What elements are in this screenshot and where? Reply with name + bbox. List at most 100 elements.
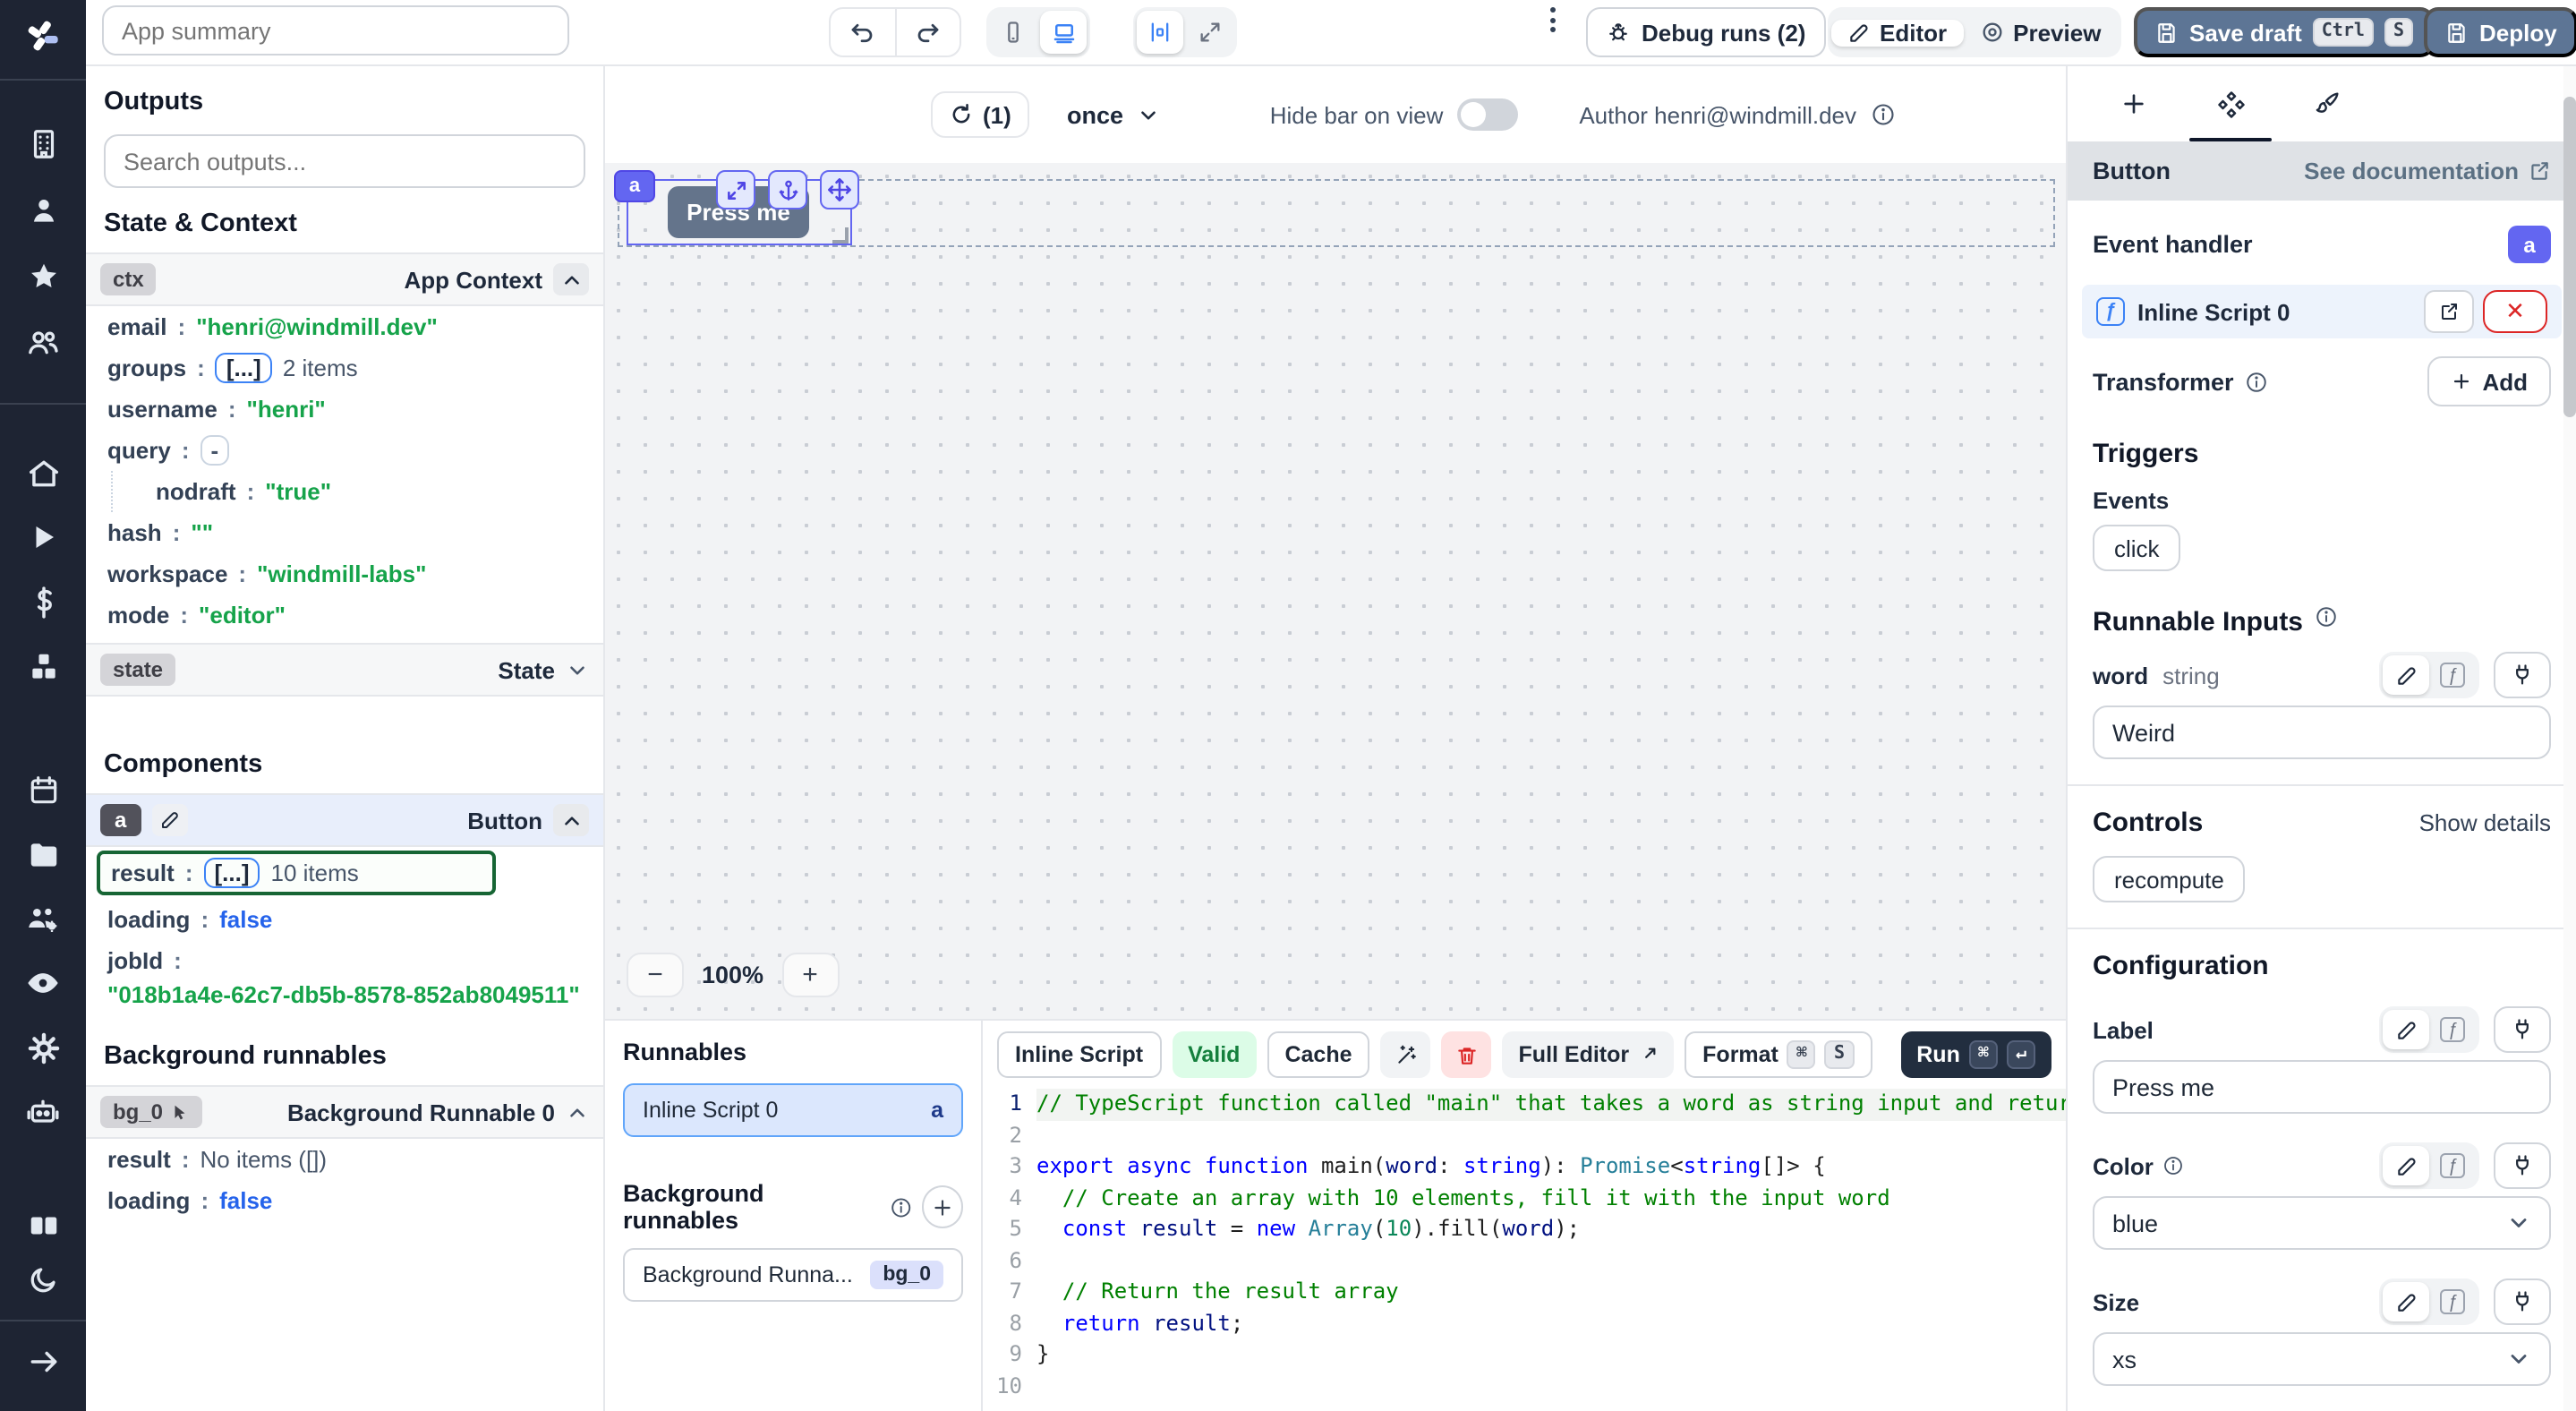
word-connect-plug-icon[interactable] bbox=[2494, 652, 2551, 698]
windmill-app-editor: Debug runs (2) Editor Preview Save draft… bbox=[0, 0, 2576, 1411]
move-handle-icon[interactable] bbox=[820, 170, 859, 210]
debug-runs-button[interactable]: Debug runs (2) bbox=[1586, 7, 1825, 57]
windmill-logo-icon[interactable] bbox=[25, 18, 61, 54]
sidebar-item-schedules[interactable] bbox=[25, 772, 61, 808]
runnable-inputs-info-icon[interactable] bbox=[2314, 605, 2337, 629]
state-section-header[interactable]: state State bbox=[86, 643, 603, 697]
zoom-out-button[interactable]: − bbox=[627, 953, 684, 997]
dark-mode-icon[interactable] bbox=[25, 1262, 61, 1298]
code-area[interactable]: // TypeScript function called "main" tha… bbox=[1036, 1089, 2066, 1411]
output-row[interactable]: result:[...]10 items bbox=[97, 851, 496, 895]
recompute-chip[interactable]: recompute bbox=[2093, 856, 2246, 902]
see-documentation-link[interactable]: See documentation bbox=[2304, 158, 2551, 184]
format-button[interactable]: Format ⌘ S bbox=[1685, 1031, 1872, 1078]
redo-button[interactable] bbox=[896, 9, 960, 56]
app-canvas[interactable]: a Press me − 100% + bbox=[605, 163, 2066, 1019]
sidebar-item-runs[interactable] bbox=[25, 519, 61, 555]
sidebar-item-ai[interactable] bbox=[25, 1094, 61, 1130]
word-value-input[interactable] bbox=[2093, 706, 2551, 759]
sidebar-item-groups[interactable] bbox=[25, 324, 61, 360]
label-connect-plug-icon[interactable] bbox=[2494, 1006, 2551, 1053]
size-connect-plug-icon[interactable] bbox=[2494, 1278, 2551, 1325]
event-handler-script-row[interactable]: ƒ Inline Script 0 ✕ bbox=[2082, 285, 2562, 338]
script-type-button[interactable]: Inline Script bbox=[997, 1031, 1161, 1078]
transformer-info-icon[interactable] bbox=[2245, 370, 2268, 393]
color-info-icon[interactable] bbox=[2162, 1155, 2184, 1176]
resize-corner-handle[interactable] bbox=[832, 227, 849, 244]
author-info-icon[interactable] bbox=[1871, 102, 1896, 127]
app-summary-input[interactable] bbox=[102, 5, 569, 56]
remove-script-button[interactable]: ✕ bbox=[2483, 290, 2547, 333]
add-background-runnable-button[interactable] bbox=[921, 1185, 963, 1228]
expr-mode-fx-icon[interactable]: ƒ bbox=[2429, 655, 2476, 695]
expand-handle-icon[interactable] bbox=[716, 170, 755, 210]
expand-state-icon[interactable] bbox=[566, 658, 589, 681]
sidebar-item-workers[interactable] bbox=[25, 901, 61, 936]
center-content-button[interactable] bbox=[1137, 11, 1183, 54]
sidebar-item-settings[interactable] bbox=[25, 1030, 61, 1065]
event-click-chip[interactable]: click bbox=[2093, 525, 2181, 571]
component-a-header[interactable]: a Button bbox=[86, 793, 603, 847]
size-select[interactable]: xs bbox=[2093, 1332, 2551, 1386]
more-options-button[interactable] bbox=[1548, 7, 1556, 57]
show-details-link[interactable]: Show details bbox=[2419, 809, 2551, 836]
run-button[interactable]: Run ⌘ ↵ bbox=[1900, 1031, 2051, 1078]
static-mode-pencil-icon[interactable] bbox=[2383, 1282, 2429, 1321]
collapse-ctx-icon[interactable] bbox=[553, 263, 589, 295]
bg0-section-header[interactable]: bg_0 Background Runnable 0 bbox=[86, 1085, 603, 1139]
static-mode-pencil-icon[interactable] bbox=[2383, 1146, 2429, 1185]
runnable-background-0[interactable]: Background Runna... bg_0 bbox=[623, 1248, 963, 1302]
full-editor-button[interactable]: Full Editor bbox=[1503, 1031, 1675, 1078]
sidebar-item-docs[interactable] bbox=[25, 1207, 61, 1243]
panel-scrollbar[interactable] bbox=[2563, 66, 2576, 1411]
hide-bar-toggle[interactable] bbox=[1457, 98, 1518, 131]
sidebar-item-favorites[interactable] bbox=[25, 258, 61, 294]
color-select[interactable]: blue bbox=[2093, 1196, 2551, 1250]
desktop-view-button[interactable] bbox=[1040, 11, 1087, 54]
edit-component-id-icon[interactable] bbox=[151, 804, 187, 836]
function-icon: ƒ bbox=[2096, 297, 2125, 326]
collapse-component-icon[interactable] bbox=[553, 804, 589, 836]
open-script-icon[interactable] bbox=[2424, 290, 2474, 333]
zoom-in-button[interactable]: + bbox=[781, 953, 839, 997]
expr-mode-fx-icon[interactable]: ƒ bbox=[2429, 1282, 2476, 1321]
refresh-components-button[interactable]: (1) bbox=[931, 91, 1029, 138]
sidebar-item-user[interactable] bbox=[25, 192, 61, 227]
ctx-section-header[interactable]: ctx App Context bbox=[86, 252, 603, 306]
expr-mode-fx-icon[interactable]: ƒ bbox=[2429, 1146, 2476, 1185]
search-outputs-input[interactable] bbox=[104, 134, 585, 188]
add-transformer-button[interactable]: Add bbox=[2427, 356, 2551, 406]
sidebar-item-workspace[interactable] bbox=[25, 125, 61, 161]
color-connect-plug-icon[interactable] bbox=[2494, 1142, 2551, 1189]
fullwidth-button[interactable] bbox=[1187, 11, 1233, 54]
static-mode-pencil-icon[interactable] bbox=[2383, 655, 2429, 695]
runnable-inline-script-0[interactable]: Inline Script 0 a bbox=[623, 1083, 963, 1137]
undo-button[interactable] bbox=[831, 9, 896, 56]
ai-assistant-icon[interactable] bbox=[1381, 1031, 1431, 1078]
label-value-input[interactable] bbox=[2093, 1060, 2551, 1114]
code-editor[interactable]: 12345678910 // TypeScript function calle… bbox=[983, 1089, 2066, 1411]
tab-preview[interactable]: Preview bbox=[1963, 19, 2117, 46]
tab-component-settings[interactable] bbox=[2182, 66, 2279, 141]
mobile-view-button[interactable] bbox=[990, 11, 1036, 54]
tab-styling[interactable] bbox=[2279, 66, 2376, 141]
output-row[interactable]: groups:[...]2 items bbox=[86, 347, 603, 389]
delete-script-button[interactable] bbox=[1442, 1031, 1492, 1078]
background-runnables-info-icon[interactable] bbox=[890, 1195, 912, 1219]
anchor-handle-icon[interactable] bbox=[768, 170, 807, 210]
cache-button[interactable]: Cache bbox=[1267, 1031, 1369, 1078]
deploy-button[interactable]: Deploy bbox=[2424, 7, 2576, 57]
schedule-dropdown[interactable]: once bbox=[1067, 91, 1159, 138]
expr-mode-fx-icon[interactable]: ƒ bbox=[2429, 1010, 2476, 1049]
sidebar-item-home[interactable] bbox=[25, 455, 61, 491]
sidebar-item-variables[interactable] bbox=[25, 584, 61, 620]
collapse-bg0-icon[interactable] bbox=[566, 1100, 589, 1124]
sidebar-item-audit-logs[interactable] bbox=[25, 965, 61, 1001]
sidebar-item-folders[interactable] bbox=[25, 836, 61, 872]
tab-insert-component[interactable] bbox=[2086, 66, 2182, 141]
collapse-sidebar-icon[interactable] bbox=[25, 1343, 61, 1379]
static-mode-pencil-icon[interactable] bbox=[2383, 1010, 2429, 1049]
tab-editor[interactable]: Editor bbox=[1831, 19, 1963, 46]
save-draft-button[interactable]: Save draft Ctrl S bbox=[2134, 7, 2435, 57]
sidebar-item-resources[interactable] bbox=[25, 648, 61, 684]
